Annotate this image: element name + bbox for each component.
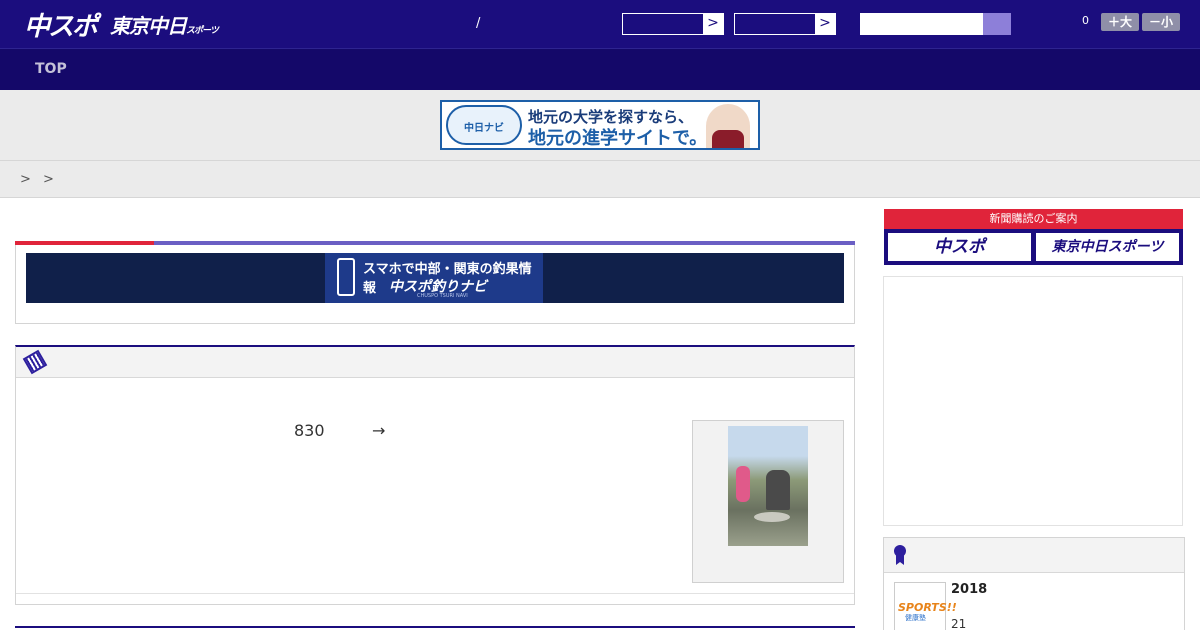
news-number: 830 — [294, 421, 325, 440]
chevron-right-icon: > — [703, 14, 723, 34]
photo-man — [766, 470, 790, 510]
photo-fish — [754, 512, 790, 522]
region-select[interactable]: > — [622, 13, 724, 35]
font-smaller-button[interactable]: －小 — [1142, 13, 1180, 31]
panel-day: 21 — [951, 617, 967, 630]
category-select[interactable]: > — [734, 13, 836, 35]
photo-child — [736, 466, 750, 502]
panel-thumb-sub: 健康塾 — [905, 614, 926, 622]
newspaper-icon — [22, 349, 48, 375]
ad-badge-text: 中日ナビ — [464, 123, 504, 134]
subscription-header[interactable]: 新聞購読のご案内 — [884, 209, 1183, 229]
box-top-border — [15, 241, 855, 245]
box-top-red — [15, 241, 154, 245]
nav-item-top[interactable]: TOP — [35, 61, 67, 77]
next-box-border — [15, 626, 855, 628]
sidebar-panel: SPORTS!! 健康塾 2018 21 — [883, 537, 1185, 630]
news-box: 830 → — [15, 345, 855, 605]
ad-badge: 中日ナビ — [446, 105, 522, 145]
tokyo-logo-text: 東京中日 — [110, 14, 187, 38]
breadcrumb-bar: > > — [0, 160, 1200, 198]
tokyo-logo-suffix: スポーツ — [186, 26, 219, 36]
ad-band: 中日ナビ 地元の大学を探すなら、 地元の進学サイトで。 > > — [0, 90, 1200, 198]
search-button[interactable] — [983, 13, 1011, 35]
panel-header — [884, 538, 1184, 573]
sidebar-ad[interactable] — [883, 276, 1183, 526]
breadcrumb[interactable]: > > — [20, 172, 58, 187]
tokyo-subscription-button[interactable]: 東京中日スポーツ — [1036, 233, 1179, 261]
ad-banner[interactable]: 中日ナビ 地元の大学を探すなら、 地元の進学サイトで。 — [440, 100, 760, 150]
turi-navi-banner[interactable]: スマホで中部・関東の釣果情報 中スポ釣りナビ CHUSPO TSURI NAVI — [26, 253, 844, 303]
panel-thumbnail[interactable]: SPORTS!! 健康塾 — [894, 582, 957, 630]
ad-line2: 地元の進学サイトで。 — [528, 128, 708, 149]
chuspo-subscription-button[interactable]: 中スポ — [888, 233, 1031, 261]
subscription-box: 新聞購読のご案内 中スポ 東京中日スポーツ — [884, 209, 1183, 265]
chevron-right-icon: > — [815, 14, 835, 34]
search-input[interactable] — [860, 13, 1011, 35]
news-thumbnail[interactable] — [692, 420, 844, 583]
panel-year[interactable]: 2018 — [951, 582, 987, 597]
smartphone-icon — [337, 258, 355, 296]
header-separator: / — [476, 16, 481, 31]
medal-icon — [894, 545, 906, 565]
main-nav: TOP — [0, 48, 1200, 90]
font-larger-button[interactable]: ＋大 — [1101, 13, 1139, 31]
tokyo-chunichi-logo[interactable]: 東京中日スポーツ — [110, 10, 219, 39]
fishing-photo — [728, 426, 808, 546]
turi-banner-inner: スマホで中部・関東の釣果情報 中スポ釣りナビ CHUSPO TSURI NAVI — [325, 253, 543, 303]
ad-person-image — [706, 104, 750, 148]
divider — [16, 593, 854, 594]
arrow-right-icon[interactable]: → — [372, 421, 385, 440]
notification-count: 0 — [1082, 14, 1089, 27]
turi-line3: CHUSPO TSURI NAVI — [417, 293, 468, 299]
news-box-header — [16, 347, 854, 378]
site-header: 中スポ 東京中日スポーツ / > > 0 ＋大 －小 — [0, 0, 1200, 48]
chuspo-logo[interactable]: 中スポ — [24, 6, 98, 43]
